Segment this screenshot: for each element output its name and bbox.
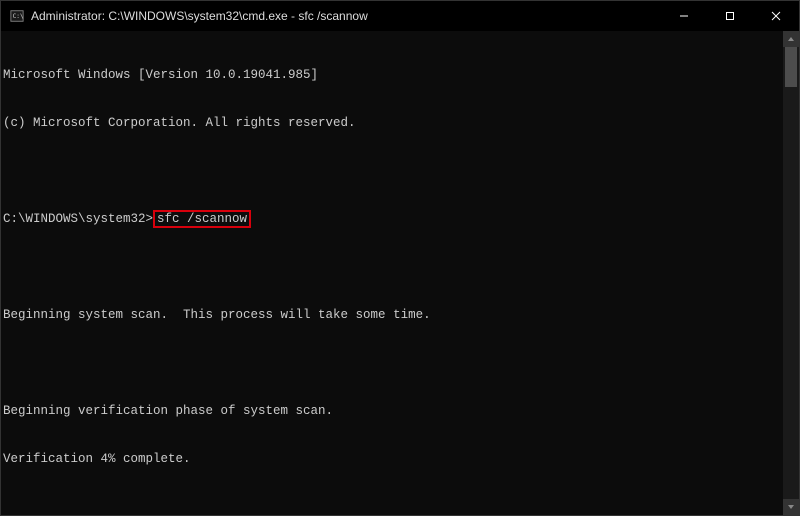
command-highlight: sfc /scannow [153, 210, 251, 228]
content-area: Microsoft Windows [Version 10.0.19041.98… [1, 31, 799, 515]
svg-text:C:\: C:\ [13, 13, 24, 20]
window-controls [661, 1, 799, 31]
close-button[interactable] [753, 1, 799, 31]
prompt-text: C:\WINDOWS\system32> [3, 212, 153, 226]
titlebar[interactable]: C:\ Administrator: C:\WINDOWS\system32\c… [1, 1, 799, 31]
cmd-icon: C:\ [9, 8, 25, 24]
window-title: Administrator: C:\WINDOWS\system32\cmd.e… [31, 9, 661, 23]
minimize-button[interactable] [661, 1, 707, 31]
blank-line [3, 163, 781, 179]
prompt-line: C:\WINDOWS\system32>sfc /scannow [3, 211, 781, 227]
maximize-button[interactable] [707, 1, 753, 31]
blank-line [3, 355, 781, 371]
verify-begin-line: Beginning verification phase of system s… [3, 403, 781, 419]
scroll-up-arrow[interactable] [783, 31, 799, 47]
scroll-thumb[interactable] [785, 47, 797, 87]
terminal-output[interactable]: Microsoft Windows [Version 10.0.19041.98… [1, 31, 783, 515]
scroll-down-arrow[interactable] [783, 499, 799, 515]
vertical-scrollbar[interactable] [783, 31, 799, 515]
blank-line [3, 259, 781, 275]
copyright-line: (c) Microsoft Corporation. All rights re… [3, 115, 781, 131]
scroll-track[interactable] [783, 47, 799, 499]
verify-progress-line: Verification 4% complete. [3, 451, 781, 467]
scan-begin-line: Beginning system scan. This process will… [3, 307, 781, 323]
version-line: Microsoft Windows [Version 10.0.19041.98… [3, 67, 781, 83]
cmd-window: C:\ Administrator: C:\WINDOWS\system32\c… [0, 0, 800, 516]
